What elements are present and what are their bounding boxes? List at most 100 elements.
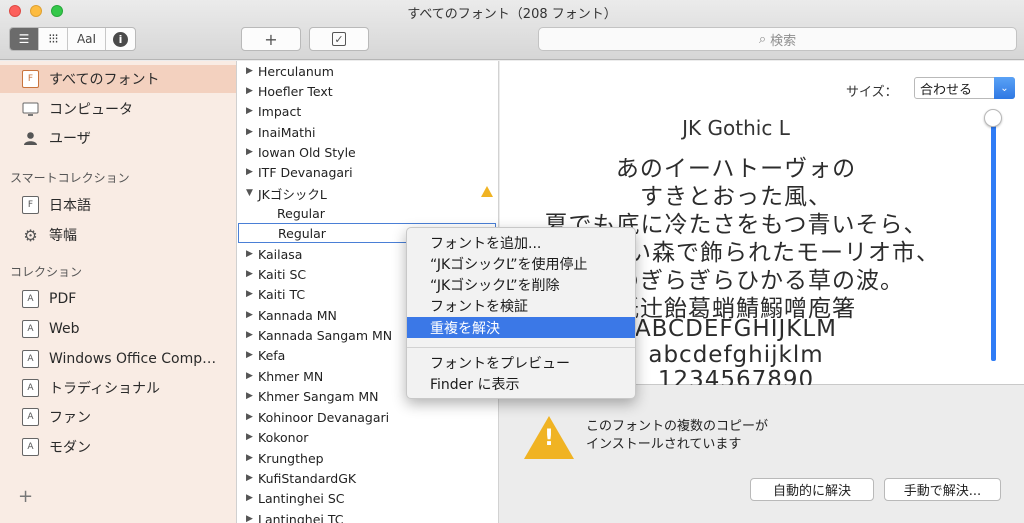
disclosure-triangle-icon[interactable]: ▶ — [246, 514, 258, 523]
font-style-row[interactable]: Regular — [237, 203, 498, 223]
menu-item-remove-font[interactable]: “JKゴシックL”を削除 — [407, 274, 635, 295]
font-family-name: ITF Devanagari — [258, 164, 353, 180]
font-style-name: Regular — [277, 205, 325, 221]
sidebar-item-web[interactable]: A Web — [0, 315, 236, 343]
font-family-name: KufiStandardGK — [258, 470, 357, 486]
disclosure-triangle-icon[interactable]: ▶ — [246, 432, 258, 442]
disclosure-triangle-icon[interactable]: ▶ — [246, 350, 258, 360]
font-family-row[interactable]: ▶ Kokonor — [237, 427, 498, 447]
sidebar-item-label: すべてのフォント — [49, 72, 160, 88]
sidebar-item-computer[interactable]: コンピュータ — [0, 95, 236, 123]
auto-resolve-button[interactable]: 自動的に解決 — [750, 478, 874, 501]
menu-item-show-in-finder[interactable]: Finder に表示 — [407, 373, 635, 394]
font-family-name: Kokonor — [258, 429, 309, 445]
disclosure-triangle-icon[interactable]: ▶ — [246, 106, 258, 116]
list-icon: ☰ — [18, 32, 30, 46]
size-popup-button[interactable]: 合わせる ⌄ — [914, 77, 1015, 99]
font-collection-icon: A — [22, 290, 39, 308]
duplicate-warning-message: このフォントの複数のコピーが インストールされています — [586, 418, 768, 454]
disclosure-triangle-icon[interactable]: ▶ — [246, 249, 258, 259]
sidebar-item-label: PDF — [49, 291, 77, 307]
sidebar-item-fun[interactable]: A ファン — [0, 403, 236, 431]
font-family-row[interactable]: ▶ Iowan Old Style — [237, 142, 498, 162]
disclosure-triangle-icon[interactable]: ▶ — [246, 269, 258, 279]
sidebar-item-pdf[interactable]: A PDF — [0, 285, 236, 313]
disclosure-triangle-icon[interactable]: ▶ — [246, 86, 258, 96]
size-slider-track[interactable] — [991, 121, 996, 361]
menu-item-preview-font[interactable]: フォントをプレビュー — [407, 352, 635, 373]
sidebar-item-windows-office[interactable]: A Windows Office Comp… — [0, 345, 236, 373]
sidebar-item-japanese[interactable]: F 日本語 — [0, 191, 236, 219]
font-family-row[interactable]: ▶ InaiMathi — [237, 122, 498, 142]
font-family-name: Kaiti SC — [258, 266, 307, 282]
disclosure-triangle-icon[interactable]: ▶ — [246, 330, 258, 340]
user-icon — [22, 129, 39, 147]
sidebar-item-label: ファン — [49, 410, 91, 426]
disclosure-triangle-icon[interactable]: ▶ — [246, 167, 258, 177]
warning-line: このフォントの複数のコピーが — [586, 419, 769, 434]
info-view-button[interactable]: i — [106, 28, 135, 50]
font-collection-icon: A — [22, 438, 39, 456]
grid-view-button[interactable]: ⁝⁝⁝ — [39, 28, 68, 50]
context-menu: フォントを追加... “JKゴシックL”を使用停止 “JKゴシックL”を削除 フ… — [406, 227, 636, 399]
font-family-name: Kefa — [258, 347, 286, 363]
sidebar-item-modern[interactable]: A モダン — [0, 433, 236, 461]
font-family-row[interactable]: ▶ Impact — [237, 101, 498, 121]
manual-resolve-button[interactable]: 手動で解決... — [884, 478, 1001, 501]
add-collection-button[interactable]: + — [18, 486, 33, 507]
font-family-row[interactable]: ▶ Hoefler Text — [237, 81, 498, 101]
sidebar-item-traditional[interactable]: A トラディショナル — [0, 374, 236, 402]
sidebar-item-label: 等幅 — [49, 228, 77, 244]
disclosure-triangle-icon[interactable]: ▶ — [246, 412, 258, 422]
disclosure-triangle-icon[interactable]: ▶ — [246, 147, 258, 157]
menu-item-resolve-duplicates[interactable]: 重複を解決 — [407, 317, 635, 338]
font-collection-icon: A — [22, 408, 39, 426]
font-family-row[interactable]: ▶ Krungthep — [237, 448, 498, 468]
sidebar-item-label: トラディショナル — [49, 381, 161, 397]
sidebar-item-label: 日本語 — [49, 198, 91, 214]
font-family-name: Iowan Old Style — [258, 144, 356, 160]
disclosure-triangle-icon[interactable]: ▼ — [246, 188, 258, 198]
font-family-name: Impact — [258, 103, 302, 119]
sidebar-item-monospace[interactable]: ⚙ 等幅 — [0, 221, 236, 249]
size-slider-handle[interactable] — [984, 109, 1002, 127]
font-family-row[interactable]: ▶ Herculanum — [237, 61, 498, 81]
disclosure-triangle-icon[interactable]: ▶ — [246, 493, 258, 503]
font-family-row-jk-gothic[interactable]: ▼ JKゴシックL — [237, 183, 498, 203]
font-family-row[interactable]: ▶ KufiStandardGK — [237, 468, 498, 488]
size-label: サイズ： — [846, 85, 898, 100]
disclosure-triangle-icon[interactable]: ▶ — [246, 473, 258, 483]
chevron-down-icon: ⌄ — [994, 77, 1015, 99]
font-style-name: Regular — [278, 225, 326, 241]
disclosure-triangle-icon[interactable]: ▶ — [246, 453, 258, 463]
font-family-row[interactable]: ▶ Kohinoor Devanagari — [237, 407, 498, 427]
disclosure-triangle-icon[interactable]: ▶ — [246, 371, 258, 381]
disclosure-triangle-icon[interactable]: ▶ — [246, 66, 258, 76]
font-family-row[interactable]: ▶ Lantinghei TC — [237, 509, 498, 523]
enable-font-button[interactable]: ✓ — [309, 27, 369, 51]
sidebar-item-user[interactable]: ユーザ — [0, 124, 236, 152]
search-field[interactable]: ⌕ 検索 — [538, 27, 1017, 51]
disclosure-triangle-icon[interactable]: ▶ — [246, 310, 258, 320]
menu-item-disable-font[interactable]: “JKゴシックL”を使用停止 — [407, 253, 635, 274]
font-family-name: JKゴシックL — [258, 186, 327, 202]
font-family-row[interactable]: ▶ ITF Devanagari — [237, 162, 498, 182]
warning-exclamation: ! — [544, 426, 555, 451]
menu-item-add-fonts[interactable]: フォントを追加... — [407, 232, 635, 253]
add-font-button[interactable]: + — [241, 27, 301, 51]
disclosure-triangle-icon[interactable]: ▶ — [246, 127, 258, 137]
font-collection-icon: F — [22, 70, 39, 88]
disclosure-triangle-icon[interactable]: ▶ — [246, 391, 258, 401]
sidebar-item-all-fonts[interactable]: F すべてのフォント — [0, 65, 236, 93]
sample-view-button[interactable]: AaI — [68, 28, 106, 50]
font-family-name: Khmer Sangam MN — [258, 388, 379, 404]
menu-item-validate-font[interactable]: フォントを検証 — [407, 295, 635, 316]
disclosure-triangle-icon[interactable]: ▶ — [246, 289, 258, 299]
window-toolbar: すべてのフォント（208 フォント） ☰ ⁝⁝⁝ AaI i + ✓ ⌕ 検索 — [0, 0, 1024, 60]
font-family-row[interactable]: ▶ Lantinghei SC — [237, 488, 498, 508]
sidebar-item-label: ユーザ — [49, 131, 91, 147]
list-view-button[interactable]: ☰ — [10, 28, 39, 50]
font-family-name: Hoefler Text — [258, 83, 333, 99]
sidebar-item-label: Web — [49, 321, 80, 337]
size-selected-value: 合わせる — [920, 82, 973, 98]
